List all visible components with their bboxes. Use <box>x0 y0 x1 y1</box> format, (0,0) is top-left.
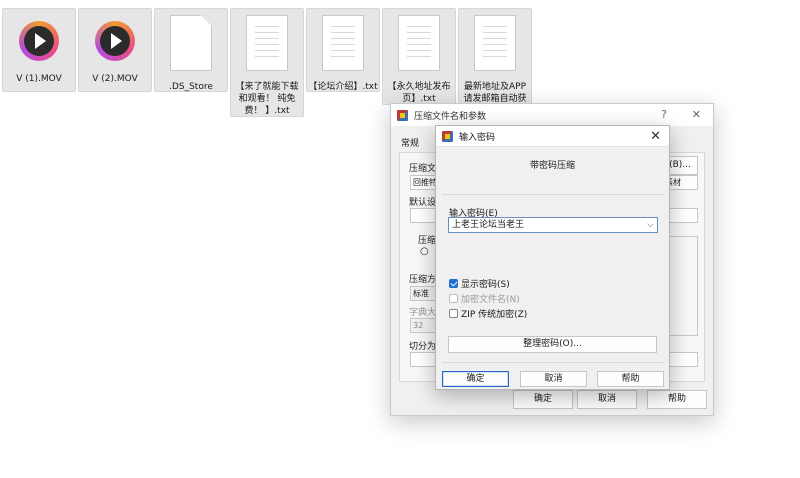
file-item-video-1[interactable]: V (1).MOV <box>1 8 77 117</box>
cancel-button[interactable]: 取消 <box>577 390 637 409</box>
password-value: 上老王论坛当老王 <box>452 220 525 230</box>
close-icon[interactable]: ✕ <box>650 129 661 144</box>
file-name: 最新地址及APP请发邮箱自动获 <box>463 82 527 104</box>
ok-button[interactable]: 确定 <box>513 390 573 409</box>
dialog-titlebar: 输入密码 ✕ <box>436 126 669 147</box>
help-button[interactable]: 帮助 <box>647 390 707 409</box>
zip-legacy-encryption-label: ZIP 传统加密(Z) <box>461 310 528 320</box>
close-icon[interactable]: ✕ <box>692 108 701 121</box>
file-name: 【来了就能下载和观看！ 纯免费！ 】.txt <box>235 82 299 116</box>
play-icon <box>95 13 135 69</box>
text-file-icon <box>246 15 288 71</box>
file-item-video-2[interactable]: V (2).MOV <box>77 8 153 117</box>
zip-legacy-encryption-checkbox[interactable]: ZIP 传统加密(Z) <box>449 307 527 320</box>
divider <box>442 194 663 195</box>
file-name: V (1).MOV <box>16 74 62 84</box>
text-file-icon <box>398 15 440 71</box>
text-file-icon <box>474 15 516 71</box>
dialog-title: 压缩文件名和参数 <box>414 111 487 122</box>
checkbox-icon <box>449 279 458 288</box>
enter-password-dialog: 输入密码 ✕ 带密码压缩 输入密码(E) 上老王论坛当老王 ⌵ 显示密码(S) … <box>435 125 670 390</box>
encrypt-filenames-label: 加密文件名(N) <box>461 295 520 305</box>
archive-format-label: 压缩 <box>418 236 437 246</box>
divider <box>442 362 663 363</box>
split-label: 切分为 <box>409 342 437 352</box>
file-grid: V (1).MOV V (2).MOV .DS_Store 【来了就能下载和观看… <box>0 8 533 117</box>
organize-passwords-button[interactable]: 整理密码(O)... <box>448 336 657 353</box>
checkbox-icon <box>449 309 458 318</box>
blank-file-icon <box>170 15 212 71</box>
winrar-icon <box>442 130 453 142</box>
tab-general[interactable]: 常规 <box>401 136 419 149</box>
winrar-icon <box>397 109 408 121</box>
file-name: V (2).MOV <box>92 74 138 84</box>
dialog-title: 输入密码 <box>459 132 496 143</box>
file-name: 【永久地址发布页】.txt <box>387 82 451 104</box>
checkbox-icon <box>449 294 458 303</box>
encrypt-filenames-checkbox[interactable]: 加密文件名(N) <box>449 292 520 305</box>
file-item-txt-4[interactable]: 最新地址及APP请发邮箱自动获 <box>457 8 533 117</box>
method-label: 压缩方 <box>409 275 437 285</box>
file-item-ds-store[interactable]: .DS_Store <box>153 8 229 117</box>
show-password-label: 显示密码(S) <box>461 280 510 290</box>
archive-name-label: 压缩文 <box>409 164 437 174</box>
password-input[interactable]: 上老王论坛当老王 ⌵ <box>448 217 658 233</box>
cancel-button[interactable]: 取消 <box>520 371 587 387</box>
dialog-heading: 带密码压缩 <box>529 161 575 171</box>
help-icon[interactable]: ? <box>661 108 667 121</box>
file-item-txt-3[interactable]: 【永久地址发布页】.txt <box>381 8 457 117</box>
file-item-txt-2[interactable]: 【论坛介绍】.txt <box>305 8 381 117</box>
file-name: .DS_Store <box>169 82 213 92</box>
ok-button[interactable]: 确定 <box>442 371 509 387</box>
radio-icon[interactable]: ○ <box>420 246 429 257</box>
chevron-down-icon[interactable]: ⌵ <box>647 218 654 232</box>
dictionary-label: 字典大 <box>409 308 437 318</box>
text-file-icon <box>322 15 364 71</box>
file-item-txt-1[interactable]: 【来了就能下载和观看！ 纯免费！ 】.txt <box>229 8 305 117</box>
default-settings-label: 默认设 <box>409 198 437 208</box>
show-password-checkbox[interactable]: 显示密码(S) <box>449 277 510 290</box>
help-button[interactable]: 帮助 <box>597 371 664 387</box>
play-icon <box>19 13 59 69</box>
file-name: 【论坛介绍】.txt <box>308 82 378 92</box>
